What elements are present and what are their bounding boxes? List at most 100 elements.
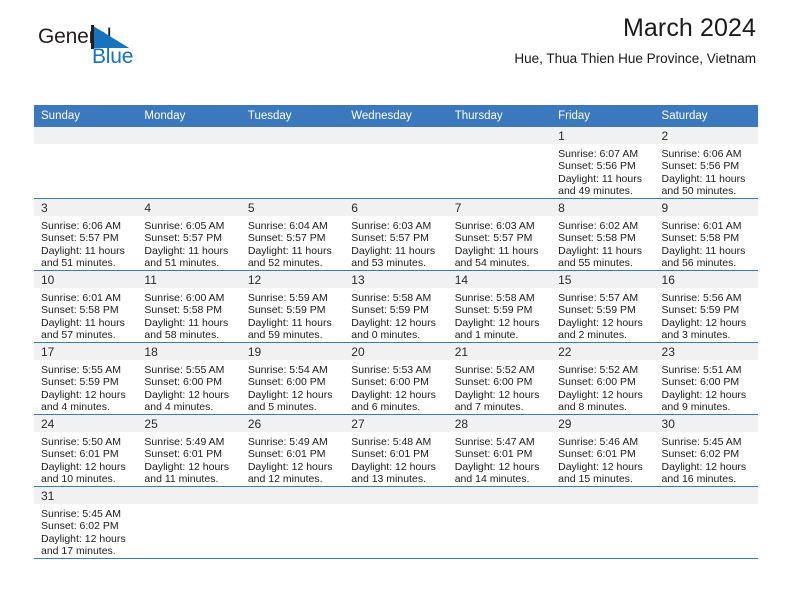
daylight-duration-line1: Daylight: 12 hours <box>41 532 126 545</box>
sunset-time: Sunset: 5:57 PM <box>41 232 119 245</box>
calendar-day-cell[interactable]: 4 Sunrise: 6:05 AM Sunset: 5:57 PM Daylight… <box>137 198 241 271</box>
general-blue-logo[interactable]: General Blue <box>38 25 188 72</box>
calendar-day-cell[interactable]: 14 Sunrise: 5:58 AM Sunset: 5:59 PM Dayligh… <box>447 270 552 343</box>
calendar-empty-cell <box>137 486 241 559</box>
calendar-empty-cell <box>344 486 448 559</box>
day-cell-content: 7 Sunrise: 6:03 AM Sunset: 5:57 PM Daylight… <box>447 199 552 270</box>
calendar-day-cell[interactable]: 9 Sunrise: 6:01 AM Sunset: 5:58 PM Daylight… <box>654 198 758 271</box>
calendar-day-cell[interactable]: 12 Sunrise: 5:59 AM Sunset: 5:59 PM Dayligh… <box>240 270 345 343</box>
calendar-day-cell[interactable]: 19 Sunrise: 5:54 AM Sunset: 6:00 PM Dayligh… <box>240 342 345 415</box>
sunrise-time: Sunrise: 5:55 AM <box>144 364 225 376</box>
sunrise-time: Sunrise: 5:56 AM <box>661 292 742 304</box>
daylight-duration-line1: Daylight: 12 hours <box>144 460 230 473</box>
calendar-empty-cell <box>654 486 758 559</box>
calendar-day-cell[interactable]: 21 Sunrise: 5:52 AM Sunset: 6:00 PM Dayligh… <box>447 342 552 415</box>
day-number <box>137 487 241 504</box>
calendar-day-cell[interactable]: 17 Sunrise: 5:55 AM Sunset: 5:59 PM Dayligh… <box>34 342 138 415</box>
calendar-day-cell[interactable]: 28 Sunrise: 5:47 AM Sunset: 6:01 PM Dayligh… <box>447 414 552 487</box>
daylight-duration-line2: and 4 minutes. <box>144 401 214 414</box>
calendar-day-cell[interactable]: 18 Sunrise: 5:55 AM Sunset: 6:00 PM Dayligh… <box>137 342 241 415</box>
day-sun-info: Sunrise: 5:45 AM Sunset: 6:02 PM Daylight:… <box>655 432 758 486</box>
weekday-header-friday: Friday <box>551 105 655 127</box>
calendar-day-cell[interactable]: 13 Sunrise: 5:58 AM Sunset: 5:59 PM Dayligh… <box>344 270 448 343</box>
sunrise-time: Sunrise: 6:06 AM <box>661 148 742 160</box>
sunrise-time: Sunrise: 5:55 AM <box>41 364 121 376</box>
calendar-day-cell[interactable]: 30 Sunrise: 5:45 AM Sunset: 6:02 PM Dayligh… <box>654 414 758 487</box>
calendar-day-cell[interactable]: 2 Sunrise: 6:06 AM Sunset: 5:56 PM Daylight… <box>654 127 758 199</box>
day-sun-info <box>655 504 758 508</box>
day-number: 7 <box>447 199 552 216</box>
calendar-day-cell[interactable]: 27 Sunrise: 5:48 AM Sunset: 6:01 PM Dayligh… <box>344 414 448 487</box>
daylight-duration-line1: Daylight: 11 hours <box>351 244 436 257</box>
calendar-day-cell[interactable]: 29 Sunrise: 5:46 AM Sunset: 6:01 PM Dayligh… <box>551 414 655 487</box>
day-number: 17 <box>34 343 138 360</box>
day-number: 31 <box>34 487 138 504</box>
sunrise-time: Sunrise: 5:52 AM <box>558 364 639 376</box>
daylight-duration-line2: and 15 minutes. <box>558 473 633 486</box>
weekday-header-thursday: Thursday <box>447 105 552 127</box>
calendar-day-cell[interactable]: 31 Sunrise: 5:45 AM Sunset: 6:02 PM Dayligh… <box>34 486 138 559</box>
calendar-day-cell[interactable]: 22 Sunrise: 5:52 AM Sunset: 6:00 PM Dayligh… <box>551 342 655 415</box>
day-sun-info: Sunrise: 5:56 AM Sunset: 5:59 PM Daylight:… <box>655 288 758 342</box>
sunset-time: Sunset: 6:00 PM <box>144 376 223 389</box>
day-number: 28 <box>447 415 552 432</box>
sunrise-time: Sunrise: 6:05 AM <box>144 220 225 232</box>
day-sun-info: Sunrise: 5:45 AM Sunset: 6:02 PM Daylight:… <box>34 504 137 558</box>
sunset-time: Sunset: 5:57 PM <box>454 232 533 245</box>
calendar-day-cell[interactable]: 10 Sunrise: 6:01 AM Sunset: 5:58 PM Dayligh… <box>34 270 138 343</box>
sunrise-time: Sunrise: 5:59 AM <box>247 292 328 304</box>
day-sun-info: Sunrise: 6:05 AM Sunset: 5:57 PM Daylight:… <box>137 216 240 270</box>
day-cell-content: 15 Sunrise: 5:57 AM Sunset: 5:59 PM Dayligh… <box>551 271 655 342</box>
day-cell-content: 28 Sunrise: 5:47 AM Sunset: 6:01 PM Dayligh… <box>447 415 552 486</box>
daylight-duration-line1: Daylight: 12 hours <box>41 460 126 473</box>
calendar-day-cell[interactable]: 26 Sunrise: 5:49 AM Sunset: 6:01 PM Dayligh… <box>240 414 345 487</box>
calendar-day-cell[interactable]: 5 Sunrise: 6:04 AM Sunset: 5:57 PM Daylight… <box>240 198 345 271</box>
daylight-duration-line2: and 53 minutes. <box>351 257 426 270</box>
calendar-day-cell[interactable]: 8 Sunrise: 6:02 AM Sunset: 5:58 PM Daylight… <box>551 198 655 271</box>
calendar-week-row: 10 Sunrise: 6:01 AM Sunset: 5:58 PM Dayligh… <box>34 270 758 343</box>
calendar-day-cell[interactable]: 15 Sunrise: 5:57 AM Sunset: 5:59 PM Dayligh… <box>551 270 655 343</box>
calendar-day-cell[interactable]: 1 Sunrise: 6:07 AM Sunset: 5:56 PM Daylight… <box>551 127 655 199</box>
daylight-duration-line1: Daylight: 12 hours <box>558 388 643 401</box>
day-cell-content <box>447 127 552 198</box>
day-number <box>137 127 241 144</box>
calendar-empty-cell <box>447 127 552 199</box>
calendar-day-cell[interactable]: 3 Sunrise: 6:06 AM Sunset: 5:57 PM Daylight… <box>34 198 138 271</box>
daylight-duration-line2: and 55 minutes. <box>558 257 633 270</box>
calendar-empty-cell <box>344 127 448 199</box>
daylight-duration-line2: and 16 minutes. <box>661 473 737 486</box>
daylight-duration-line2: and 57 minutes. <box>41 329 116 342</box>
weekday-header-row: Sunday Monday Tuesday Wednesday Thursday… <box>34 105 758 127</box>
sunset-time: Sunset: 6:01 PM <box>144 448 223 461</box>
day-number: 26 <box>240 415 345 432</box>
calendar-empty-cell <box>447 486 552 559</box>
day-number: 4 <box>137 199 241 216</box>
day-cell-content: 13 Sunrise: 5:58 AM Sunset: 5:59 PM Dayligh… <box>344 271 448 342</box>
calendar-day-cell[interactable]: 23 Sunrise: 5:51 AM Sunset: 6:00 PM Dayligh… <box>654 342 758 415</box>
calendar-day-cell[interactable]: 20 Sunrise: 5:53 AM Sunset: 6:00 PM Dayligh… <box>344 342 448 415</box>
sunset-time: Sunset: 6:01 PM <box>351 448 429 461</box>
daylight-duration-line2: and 56 minutes. <box>661 257 737 270</box>
daylight-duration-line2: and 50 minutes. <box>661 185 737 198</box>
day-cell-content <box>240 487 345 558</box>
day-cell-content: 12 Sunrise: 5:59 AM Sunset: 5:59 PM Dayligh… <box>240 271 345 342</box>
calendar-day-cell[interactable]: 24 Sunrise: 5:50 AM Sunset: 6:01 PM Dayligh… <box>34 414 138 487</box>
daylight-duration-line2: and 0 minutes. <box>351 329 421 342</box>
daylight-duration-line1: Daylight: 12 hours <box>454 460 540 473</box>
day-sun-info <box>448 504 551 508</box>
day-number: 15 <box>551 271 655 288</box>
day-cell-content: 11 Sunrise: 6:00 AM Sunset: 5:58 PM Dayligh… <box>137 271 241 342</box>
calendar-week-row: 17 Sunrise: 5:55 AM Sunset: 5:59 PM Dayligh… <box>34 342 758 415</box>
calendar-day-cell[interactable]: 7 Sunrise: 6:03 AM Sunset: 5:57 PM Daylight… <box>447 198 552 271</box>
calendar-day-cell[interactable]: 16 Sunrise: 5:56 AM Sunset: 5:59 PM Dayligh… <box>654 270 758 343</box>
day-sun-info: Sunrise: 5:53 AM Sunset: 6:00 PM Daylight:… <box>344 360 447 414</box>
calendar-day-cell[interactable]: 25 Sunrise: 5:49 AM Sunset: 6:01 PM Dayligh… <box>137 414 241 487</box>
weekday-header-wednesday: Wednesday <box>344 105 448 127</box>
day-cell-content: 2 Sunrise: 6:06 AM Sunset: 5:56 PM Daylight… <box>654 127 758 198</box>
sunset-time: Sunset: 6:00 PM <box>558 376 636 389</box>
sunset-time: Sunset: 6:00 PM <box>351 376 429 389</box>
calendar-day-cell[interactable]: 6 Sunrise: 6:03 AM Sunset: 5:57 PM Daylight… <box>344 198 448 271</box>
calendar-day-cell[interactable]: 11 Sunrise: 6:00 AM Sunset: 5:58 PM Dayligh… <box>137 270 241 343</box>
calendar-page: General Blue March 2024 Hue, Thua Thien … <box>0 0 792 612</box>
daylight-duration-line1: Daylight: 11 hours <box>558 172 642 185</box>
